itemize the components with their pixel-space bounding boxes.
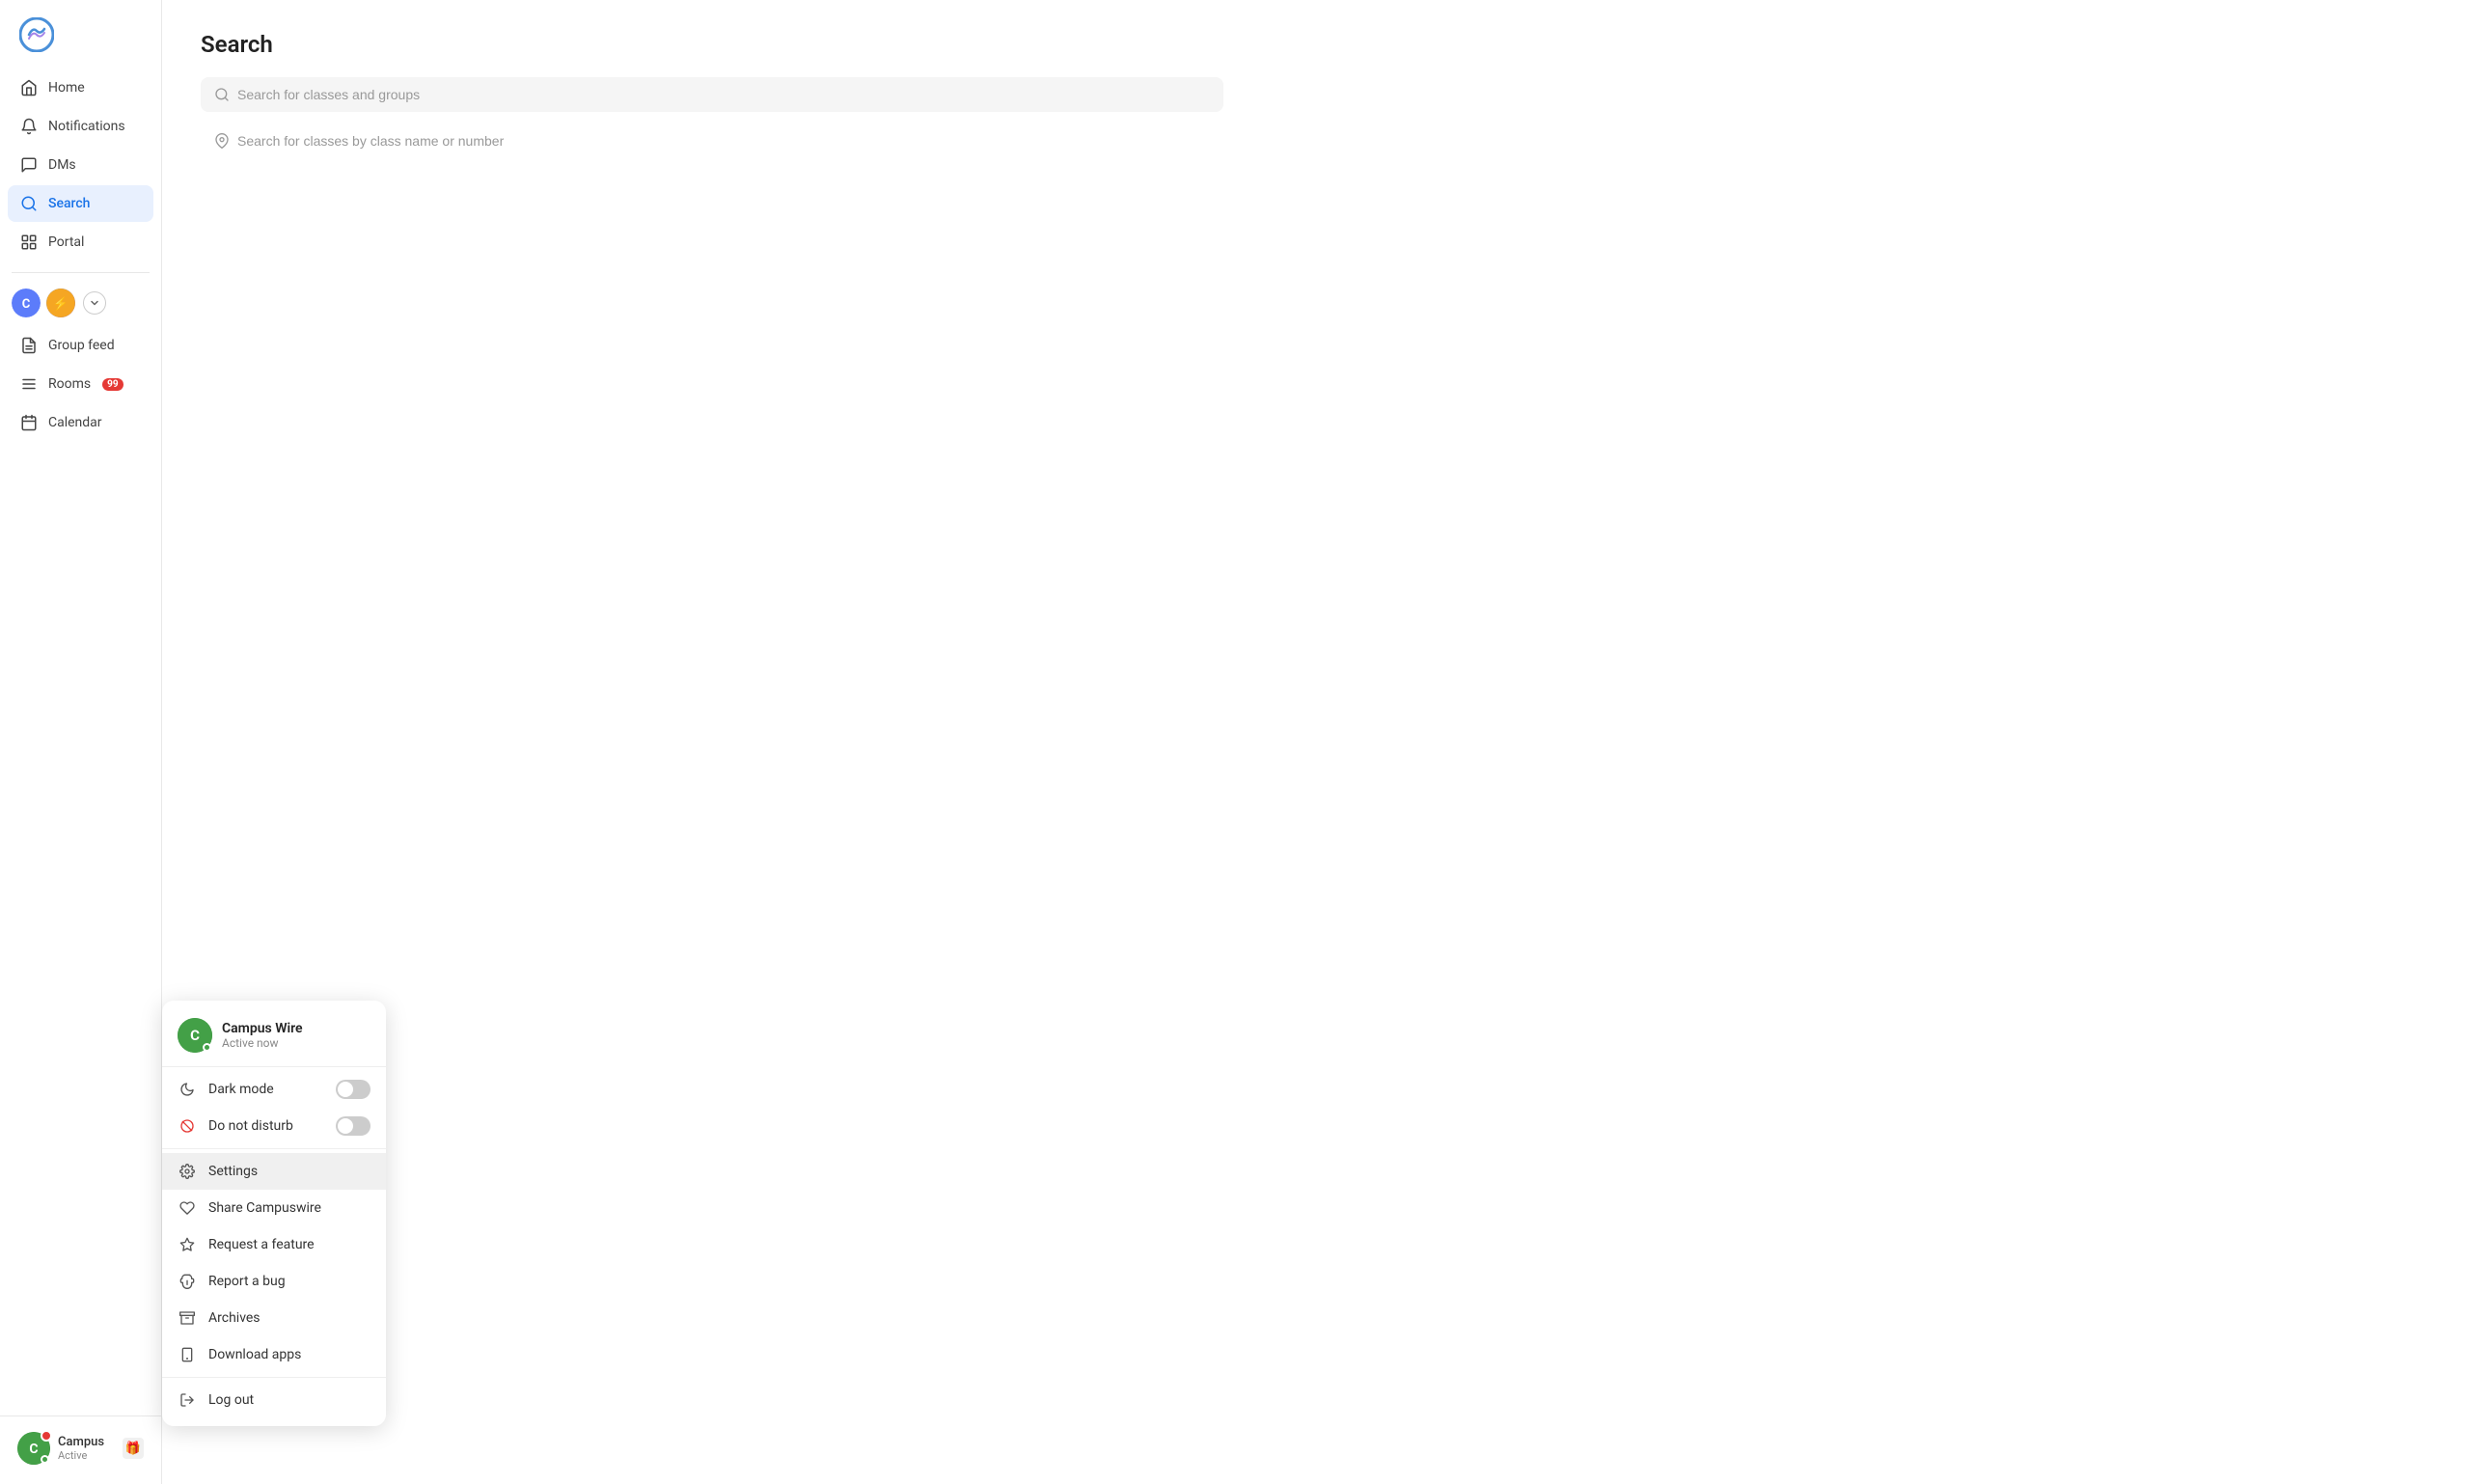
dropdown-item-dark-mode-label: Dark mode [208,1082,274,1097]
group-section-nav: Group feed Rooms 99 C [0,325,161,443]
dropdown-divider-3 [162,1377,386,1378]
dropdown-item-dark-mode[interactable]: Dark mode [162,1071,386,1108]
dropdown-divider-1 [162,1066,386,1067]
user-status-dot [41,1455,49,1464]
log-out-icon [178,1390,197,1410]
dark-mode-icon [178,1080,197,1099]
location-icon [214,133,230,149]
dropdown-item-report-bug[interactable]: Report a bug [162,1263,386,1300]
search-icon [19,194,39,213]
dropdown-user-info: Campus Wire Active now [222,1021,370,1050]
rooms-badge: 99 [102,378,123,391]
gift-button[interactable]: 🎁 [123,1438,144,1459]
dropdown-item-share[interactable]: Share Campuswire [162,1190,386,1226]
sidebar-divider-1 [12,272,150,273]
dropdown-item-download-apps[interactable]: Download apps [162,1336,386,1373]
dropdown-item-log-out[interactable]: Log out [162,1382,386,1418]
dropdown-item-log-out-label: Log out [208,1392,254,1408]
user-avatar-wrap: C [17,1432,50,1465]
dropdown-user-name: Campus Wire [222,1021,370,1036]
sidebar-item-dms-label: DMs [48,157,76,173]
star-icon [178,1235,197,1254]
dropdown-avatar-status [203,1043,211,1052]
calendar-icon [19,413,39,432]
dropdown-item-request-feature[interactable]: Request a feature [162,1226,386,1263]
download-icon [178,1345,197,1364]
page-title: Search [201,31,2431,58]
logo-area [0,0,161,66]
archive-icon [178,1308,197,1328]
user-info: Campus Active [58,1435,115,1462]
user-status: Active [58,1449,115,1462]
sidebar-item-rooms[interactable]: Rooms 99 [8,366,153,402]
svg-text:C: C [29,1442,38,1457]
search-bar[interactable] [201,77,1223,112]
rooms-icon [19,374,39,394]
dropdown-item-do-not-disturb[interactable]: Do not disturb [162,1108,386,1144]
sidebar-bottom: C Campus Active 🎁 [0,1415,161,1484]
home-icon [19,78,39,97]
sidebar-item-portal[interactable]: Portal [8,224,153,261]
do-not-disturb-icon [178,1116,197,1136]
sidebar-item-portal-label: Portal [48,234,84,250]
group-avatar-1[interactable]: C [12,289,41,317]
app-logo-icon [19,17,54,52]
sidebar-item-home-label: Home [48,80,85,96]
top-nav: Home Notifications DMs [0,66,161,264]
svg-text:⚡: ⚡ [53,296,69,312]
portal-icon [19,233,39,252]
settings-icon [178,1162,197,1181]
dropdown-item-do-not-disturb-label: Do not disturb [208,1118,293,1134]
bug-icon [178,1272,197,1291]
sidebar-item-calendar-label: Calendar [48,415,102,430]
group-avatar-2[interactable]: ⚡ [46,289,75,317]
dropdown-menu: C Campus Wire Active now Dark mode Do no… [162,1001,386,1426]
dropdown-divider-2 [162,1148,386,1149]
user-profile-item[interactable]: C Campus Active 🎁 [8,1424,153,1472]
dropdown-item-download-apps-label: Download apps [208,1347,301,1362]
do-not-disturb-toggle[interactable] [336,1116,370,1136]
class-search-input[interactable] [237,133,1210,149]
message-icon [19,155,39,175]
svg-text:C: C [190,1027,200,1044]
svg-text:C: C [22,297,31,312]
group-switcher: C ⚡ [0,281,161,325]
dropdown-avatar: C [178,1018,212,1053]
user-notification-badge [41,1430,52,1442]
sidebar-item-search-label: Search [48,196,90,211]
sidebar-item-group-feed[interactable]: Group feed [8,327,153,364]
sidebar-item-notifications[interactable]: Notifications [8,108,153,145]
share-icon [178,1198,197,1218]
expand-groups-button[interactable] [83,291,106,315]
user-name: Campus [58,1435,115,1449]
dropdown-item-request-feature-label: Request a feature [208,1237,315,1252]
sidebar-item-rooms-label: Rooms [48,376,91,392]
search-bar-icon [214,87,230,102]
sidebar-item-calendar[interactable]: Calendar [8,404,153,441]
dark-mode-toggle[interactable] [336,1080,370,1099]
sidebar-item-search[interactable]: Search [8,185,153,222]
bell-icon [19,117,39,136]
sidebar-item-dms[interactable]: DMs [8,147,153,183]
class-search-bar[interactable] [201,124,1223,158]
sidebar: Home Notifications DMs [0,0,162,1484]
dropdown-item-archives-label: Archives [208,1310,261,1326]
sidebar-item-notifications-label: Notifications [48,119,125,134]
search-input[interactable] [237,87,1210,102]
main-content: Search [162,0,2470,1484]
dropdown-header: C Campus Wire Active now [162,1008,386,1062]
group-feed-icon [19,336,39,355]
dropdown-item-settings[interactable]: Settings [162,1153,386,1190]
sidebar-item-group-feed-label: Group feed [48,338,115,353]
dropdown-item-archives[interactable]: Archives [162,1300,386,1336]
dropdown-user-status: Active now [222,1036,370,1050]
dropdown-item-share-label: Share Campuswire [208,1200,321,1216]
sidebar-item-home[interactable]: Home [8,69,153,106]
dropdown-item-report-bug-label: Report a bug [208,1274,286,1289]
dropdown-item-settings-label: Settings [208,1164,258,1179]
